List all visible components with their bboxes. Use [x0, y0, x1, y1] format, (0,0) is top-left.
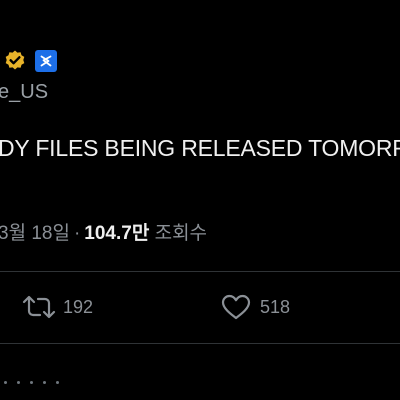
- verified-badge-icon[interactable]: [3, 49, 27, 73]
- fragment-dot: [4, 381, 7, 384]
- like-count: 518: [260, 296, 291, 317]
- divider-top: [0, 271, 400, 272]
- fragment-dot: [17, 381, 20, 384]
- tweet-date[interactable]: 3월 18일: [0, 223, 70, 244]
- divider-bottom: [0, 343, 400, 344]
- fragment-dot: [56, 381, 59, 384]
- views-label: 조회수: [154, 223, 208, 244]
- author-handle[interactable]: e_US: [0, 80, 48, 104]
- heart-icon: [221, 294, 251, 320]
- retweet-button[interactable]: 192: [22, 292, 93, 322]
- fragment-dot: [43, 381, 46, 384]
- meta-separator: ·: [73, 223, 81, 244]
- tweet-text: DY FILES BEING RELEASED TOMORR: [0, 135, 400, 161]
- retweet-count: 192: [63, 296, 94, 317]
- fragment-dot: [30, 381, 33, 384]
- next-row-fragment: [4, 381, 59, 384]
- retweet-icon: [22, 295, 56, 319]
- affiliate-badge-icon[interactable]: [35, 50, 57, 72]
- author-badges: [3, 49, 57, 73]
- like-button[interactable]: 518: [221, 292, 290, 322]
- views-count[interactable]: 104.7만: [84, 223, 149, 244]
- tweet-meta: 3월 18일 · 104.7만 조회수: [0, 221, 207, 247]
